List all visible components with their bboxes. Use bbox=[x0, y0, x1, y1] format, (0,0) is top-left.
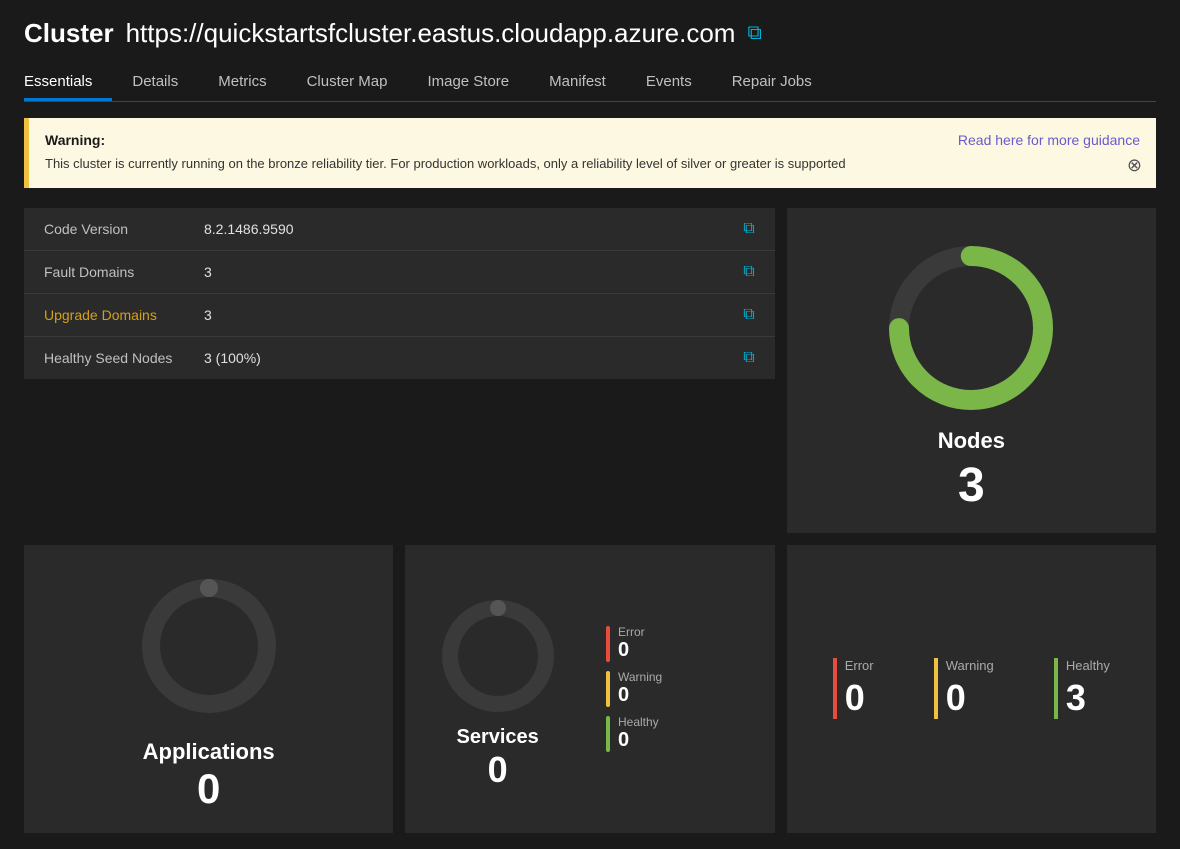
services-count: 0 bbox=[488, 749, 508, 791]
node-stats-panel: Error 0 Warning 0 Healthy 3 bbox=[787, 545, 1156, 833]
tab-essentials[interactable]: Essentials bbox=[24, 65, 112, 101]
copy-code-version-icon[interactable]: ⧉ bbox=[743, 220, 754, 238]
services-healthy-info: Healthy 0 bbox=[618, 715, 659, 752]
warning-bar bbox=[606, 671, 610, 707]
node-error-value: 0 bbox=[845, 677, 865, 719]
tab-details[interactable]: Details bbox=[112, 65, 198, 101]
healthy-seed-nodes-row: Healthy Seed Nodes 3 (100%) ⧉ bbox=[24, 337, 775, 379]
code-version-label: Code Version bbox=[44, 221, 204, 237]
tab-manifest[interactable]: Manifest bbox=[529, 65, 626, 101]
healthy-bar bbox=[606, 716, 610, 752]
services-right: Error 0 Warning 0 Healthy 0 bbox=[590, 545, 775, 833]
fault-domains-label: Fault Domains bbox=[44, 264, 204, 280]
nodes-panel: Nodes 3 bbox=[787, 208, 1156, 533]
services-warning-value: 0 bbox=[618, 684, 662, 707]
node-error-stat: Error 0 bbox=[833, 658, 874, 719]
node-warning-label: Warning bbox=[946, 658, 994, 673]
services-warning-row: Warning 0 bbox=[606, 670, 759, 707]
services-healthy-value: 0 bbox=[618, 729, 659, 752]
services-healthy-label: Healthy bbox=[618, 715, 659, 729]
services-error-row: Error 0 bbox=[606, 625, 759, 662]
upgrade-domains-value: 3 bbox=[204, 307, 743, 323]
tab-cluster-map[interactable]: Cluster Map bbox=[287, 65, 408, 101]
node-warning-value: 0 bbox=[946, 677, 966, 719]
upgrade-domains-row: Upgrade Domains 3 ⧉ bbox=[24, 294, 775, 337]
nodes-count: 3 bbox=[958, 458, 985, 513]
services-warning-label: Warning bbox=[618, 670, 662, 684]
copy-upgrade-domains-icon[interactable]: ⧉ bbox=[743, 306, 754, 324]
node-healthy-label: Healthy bbox=[1066, 658, 1110, 673]
warning-label: Warning: bbox=[45, 132, 105, 148]
code-version-row: Code Version 8.2.1486.9590 ⧉ bbox=[24, 208, 775, 251]
services-error-label: Error bbox=[618, 625, 645, 639]
nav-tabs: Essentials Details Metrics Cluster Map I… bbox=[24, 65, 1156, 102]
error-bar bbox=[606, 626, 610, 662]
copy-url-icon[interactable]: ⧉ bbox=[747, 22, 761, 45]
node-error-label: Error bbox=[845, 658, 874, 673]
close-icon[interactable]: ⊗ bbox=[1127, 155, 1142, 176]
services-healthy-row: Healthy 0 bbox=[606, 715, 759, 752]
copy-healthy-seed-nodes-icon[interactable]: ⧉ bbox=[743, 349, 754, 367]
services-error-value: 0 bbox=[618, 639, 645, 662]
warning-banner: Warning: Read here for more guidance Thi… bbox=[24, 118, 1156, 188]
services-error-info: Error 0 bbox=[618, 625, 645, 662]
tab-events[interactable]: Events bbox=[626, 65, 712, 101]
applications-label: Applications bbox=[143, 739, 275, 765]
tab-repair-jobs[interactable]: Repair Jobs bbox=[712, 65, 832, 101]
nodes-donut-chart bbox=[881, 238, 1061, 418]
cluster-url: https://quickstartsfcluster.eastus.cloud… bbox=[126, 18, 736, 49]
services-panel: Services 0 Error 0 Warning 0 bbox=[405, 545, 774, 833]
warning-text: This cluster is currently running on the… bbox=[45, 154, 1140, 174]
bottom-row: Applications 0 Services 0 Error bbox=[24, 545, 1156, 833]
node-warning-stat: Warning 0 bbox=[934, 658, 994, 719]
copy-fault-domains-icon[interactable]: ⧉ bbox=[743, 263, 754, 281]
services-donut-chart bbox=[438, 596, 558, 716]
node-healthy-value: 3 bbox=[1066, 677, 1086, 719]
services-warning-info: Warning 0 bbox=[618, 670, 662, 707]
main-content: Warning: Read here for more guidance Thi… bbox=[0, 102, 1180, 849]
fault-domains-row: Fault Domains 3 ⧉ bbox=[24, 251, 775, 294]
cluster-title: Cluster https://quickstartsfcluster.east… bbox=[24, 18, 1156, 49]
applications-donut-chart bbox=[134, 571, 284, 721]
healthy-seed-nodes-label: Healthy Seed Nodes bbox=[44, 350, 204, 366]
cluster-prefix: Cluster bbox=[24, 18, 114, 49]
warning-header: Warning: Read here for more guidance bbox=[45, 132, 1140, 148]
fault-domains-value: 3 bbox=[204, 264, 743, 280]
top-grid: Code Version 8.2.1486.9590 ⧉ Fault Domai… bbox=[24, 208, 1156, 533]
code-version-value: 8.2.1486.9590 bbox=[204, 221, 743, 237]
applications-count: 0 bbox=[197, 765, 220, 813]
node-healthy-stat: Healthy 3 bbox=[1054, 658, 1110, 719]
nodes-label: Nodes bbox=[938, 428, 1005, 454]
warning-link[interactable]: Read here for more guidance bbox=[958, 132, 1140, 148]
page-header: Cluster https://quickstartsfcluster.east… bbox=[0, 0, 1180, 102]
tab-metrics[interactable]: Metrics bbox=[198, 65, 286, 101]
info-panel: Code Version 8.2.1486.9590 ⧉ Fault Domai… bbox=[24, 208, 775, 379]
services-label: Services bbox=[457, 726, 539, 749]
services-left: Services 0 bbox=[405, 545, 590, 833]
healthy-seed-nodes-value: 3 (100%) bbox=[204, 350, 743, 366]
tab-image-store[interactable]: Image Store bbox=[407, 65, 529, 101]
applications-panel: Applications 0 bbox=[24, 545, 393, 833]
upgrade-domains-label: Upgrade Domains bbox=[44, 307, 204, 323]
